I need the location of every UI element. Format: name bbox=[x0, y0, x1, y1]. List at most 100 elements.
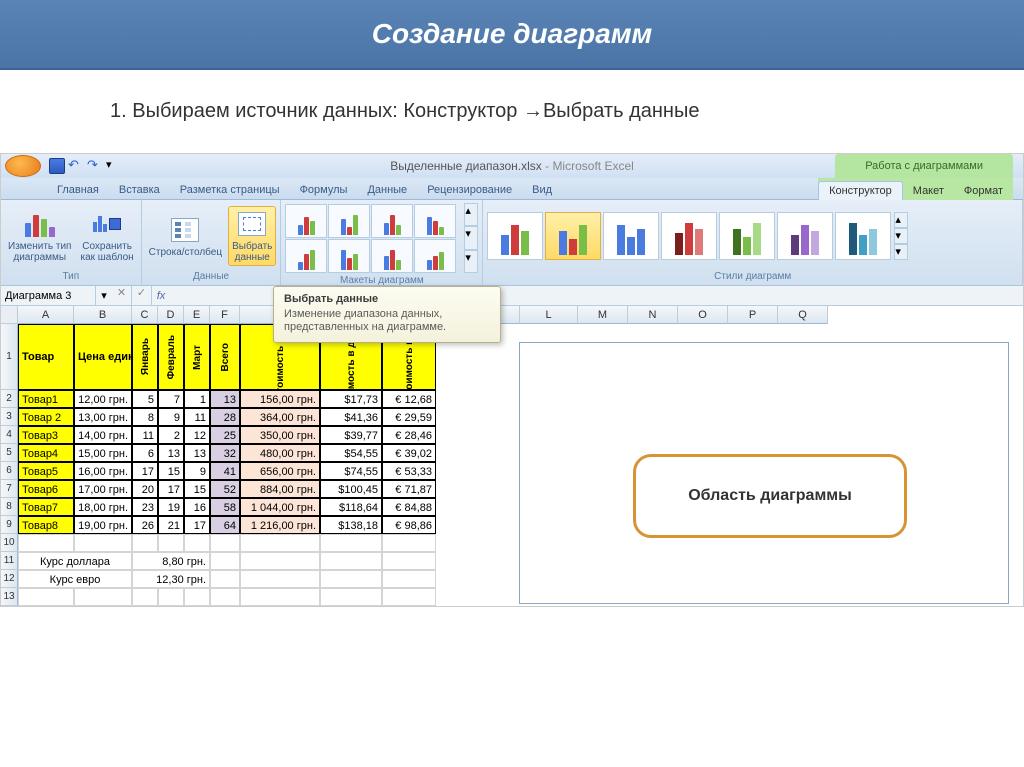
cell[interactable] bbox=[320, 588, 382, 606]
cell[interactable]: $138,18 bbox=[320, 516, 382, 534]
cell[interactable]: 20 bbox=[132, 480, 158, 498]
tab-разметка страницы[interactable]: Разметка страницы bbox=[170, 181, 290, 199]
cell[interactable]: 364,00 грн. bbox=[240, 408, 320, 426]
row-header[interactable]: 5 bbox=[1, 444, 18, 462]
row-header[interactable]: 4 bbox=[1, 426, 18, 444]
row-header[interactable]: 3 bbox=[1, 408, 18, 426]
style-more-icon[interactable]: ▾ bbox=[894, 244, 908, 260]
cell[interactable]: 1 216,00 грн. bbox=[240, 516, 320, 534]
cell[interactable]: Товар bbox=[18, 324, 74, 390]
cell[interactable]: 16 bbox=[184, 498, 210, 516]
office-button[interactable] bbox=[5, 155, 41, 177]
select-all-corner[interactable] bbox=[1, 306, 18, 324]
row-header[interactable]: 8 bbox=[1, 498, 18, 516]
row-header[interactable]: 1 bbox=[1, 324, 18, 390]
style-option[interactable] bbox=[661, 212, 717, 260]
cell[interactable]: Товар1 bbox=[18, 390, 74, 408]
cell[interactable]: 32 bbox=[210, 444, 240, 462]
cell[interactable]: € 84,88 bbox=[382, 498, 436, 516]
cell[interactable] bbox=[382, 552, 436, 570]
layout-option[interactable] bbox=[285, 204, 327, 238]
cell[interactable]: 8,80 грн. bbox=[132, 552, 210, 570]
cell[interactable] bbox=[210, 552, 240, 570]
cell[interactable]: € 71,87 bbox=[382, 480, 436, 498]
cell[interactable]: $39,77 bbox=[320, 426, 382, 444]
cell[interactable]: $41,36 bbox=[320, 408, 382, 426]
cell[interactable]: 21 bbox=[158, 516, 184, 534]
style-scroll-down-icon[interactable]: ▾ bbox=[894, 228, 908, 244]
cancel-icon[interactable]: ✕ bbox=[112, 286, 132, 305]
tab-формулы[interactable]: Формулы bbox=[290, 181, 358, 199]
cell[interactable]: 12,00 грн. bbox=[74, 390, 132, 408]
style-option[interactable] bbox=[777, 212, 833, 260]
column-header[interactable]: C bbox=[132, 306, 158, 324]
cell[interactable] bbox=[320, 534, 382, 552]
cell[interactable]: Товар4 bbox=[18, 444, 74, 462]
cell[interactable]: 5 bbox=[132, 390, 158, 408]
cell[interactable]: 41 bbox=[210, 462, 240, 480]
tab-рецензирование[interactable]: Рецензирование bbox=[417, 181, 522, 199]
cell[interactable]: 13 bbox=[184, 444, 210, 462]
cell[interactable] bbox=[320, 570, 382, 588]
cell[interactable]: Товар8 bbox=[18, 516, 74, 534]
cell[interactable]: 17 bbox=[158, 480, 184, 498]
style-option[interactable] bbox=[545, 212, 601, 260]
cell[interactable]: Всего bbox=[210, 324, 240, 390]
cell[interactable]: 15,00 грн. bbox=[74, 444, 132, 462]
cell[interactable]: Товар7 bbox=[18, 498, 74, 516]
style-option[interactable] bbox=[603, 212, 659, 260]
layout-option[interactable] bbox=[371, 239, 413, 273]
cell[interactable]: 23 bbox=[132, 498, 158, 516]
cell[interactable]: 9 bbox=[184, 462, 210, 480]
cell[interactable] bbox=[18, 588, 74, 606]
worksheet-grid[interactable]: Область диаграммы 1ТоварЦена единицыЯнва… bbox=[1, 324, 1023, 606]
gallery-more-icon[interactable]: ▾ bbox=[464, 250, 478, 273]
select-data-button[interactable]: Выбрать данные bbox=[228, 206, 276, 266]
column-header[interactable]: M bbox=[578, 306, 628, 324]
cell[interactable]: 13 bbox=[158, 444, 184, 462]
tab-вид[interactable]: Вид bbox=[522, 181, 562, 199]
cell[interactable]: Цена единицы bbox=[74, 324, 132, 390]
cell[interactable]: Курс евро bbox=[18, 570, 132, 588]
layout-option[interactable] bbox=[328, 204, 370, 238]
cell[interactable]: 25 bbox=[210, 426, 240, 444]
cell[interactable]: Курс доллара bbox=[18, 552, 132, 570]
column-header[interactable]: L bbox=[520, 306, 578, 324]
cell[interactable]: Январь bbox=[132, 324, 158, 390]
cell[interactable] bbox=[382, 588, 436, 606]
cell[interactable]: Товар5 bbox=[18, 462, 74, 480]
cell[interactable]: 17,00 грн. bbox=[74, 480, 132, 498]
cell[interactable] bbox=[210, 534, 240, 552]
cell[interactable] bbox=[320, 552, 382, 570]
cell[interactable] bbox=[382, 570, 436, 588]
cell[interactable]: 19,00 грн. bbox=[74, 516, 132, 534]
cell[interactable]: 350,00 грн. bbox=[240, 426, 320, 444]
context-tab-конструктор[interactable]: Конструктор bbox=[818, 181, 903, 200]
cell[interactable]: € 98,86 bbox=[382, 516, 436, 534]
cell[interactable] bbox=[240, 588, 320, 606]
cell[interactable]: 1 bbox=[184, 390, 210, 408]
row-header[interactable]: 10 bbox=[1, 534, 18, 552]
cell[interactable]: 884,00 грн. bbox=[240, 480, 320, 498]
redo-icon[interactable] bbox=[87, 158, 103, 174]
cell[interactable]: 12 bbox=[184, 426, 210, 444]
cell[interactable]: 12,30 грн. bbox=[132, 570, 210, 588]
cell[interactable]: Март bbox=[184, 324, 210, 390]
name-box[interactable]: Диаграмма 3 bbox=[1, 286, 96, 305]
row-header[interactable]: 7 bbox=[1, 480, 18, 498]
cell[interactable]: Товар 2 bbox=[18, 408, 74, 426]
cell[interactable]: € 39,02 bbox=[382, 444, 436, 462]
cell[interactable] bbox=[74, 588, 132, 606]
cell[interactable]: 11 bbox=[184, 408, 210, 426]
cell[interactable] bbox=[210, 588, 240, 606]
cell[interactable]: 26 bbox=[132, 516, 158, 534]
cell[interactable]: 9 bbox=[158, 408, 184, 426]
cell[interactable] bbox=[240, 570, 320, 588]
undo-icon[interactable] bbox=[68, 158, 84, 174]
cell[interactable]: $54,55 bbox=[320, 444, 382, 462]
cell[interactable]: 17 bbox=[184, 516, 210, 534]
cell[interactable]: 64 bbox=[210, 516, 240, 534]
cell[interactable]: 18,00 грн. bbox=[74, 498, 132, 516]
cell[interactable]: € 53,33 bbox=[382, 462, 436, 480]
save-icon[interactable] bbox=[49, 158, 65, 174]
